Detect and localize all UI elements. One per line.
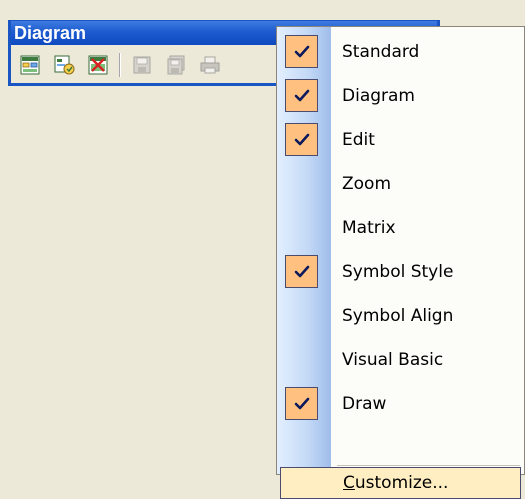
diagram-properties-icon <box>54 55 75 75</box>
menu-item-matrix[interactable]: Matrix <box>277 208 524 248</box>
menu-item-edit[interactable]: Edit <box>277 120 524 160</box>
diagram-icon <box>20 55 40 75</box>
menu-item-label: Draw <box>342 394 387 414</box>
menu-item-draw[interactable]: Draw <box>277 384 524 424</box>
checkmark-icon <box>285 255 318 288</box>
delete-diagram-button[interactable] <box>85 52 111 78</box>
menu-item-symbol-align[interactable]: Symbol Align <box>277 296 524 336</box>
new-diagram-button[interactable] <box>17 52 43 78</box>
save-icon <box>133 56 151 74</box>
checkmark-icon <box>285 123 318 156</box>
menu-item-diagram[interactable]: Diagram <box>277 76 524 116</box>
menu-item-standard[interactable]: Standard <box>277 32 524 72</box>
checkmark-icon <box>285 387 318 420</box>
menu-item-label: Diagram <box>342 86 415 106</box>
checkmark-icon <box>285 79 318 112</box>
menu-separator <box>337 465 520 466</box>
menu-item-label: Matrix <box>342 218 396 238</box>
toolbar-title: Diagram <box>14 23 87 43</box>
menu-item-customize[interactable]: Customize... <box>280 467 521 499</box>
toolbars-context-menu: Standard Diagram Edit Zoom Matrix Symbol Styl… <box>276 26 525 499</box>
menu-item-symbol-style[interactable]: Symbol Style <box>277 252 524 292</box>
save-all-icon <box>167 55 185 75</box>
menu-item-label: Symbol Style <box>342 262 454 282</box>
print-button[interactable] <box>197 52 223 78</box>
checkmark-icon <box>285 35 318 68</box>
menu-item-label: Zoom <box>342 174 392 194</box>
save-all-button[interactable] <box>163 52 189 78</box>
save-button[interactable] <box>129 52 155 78</box>
diagram-properties-button[interactable] <box>51 52 77 78</box>
menu-item-label: Edit <box>342 130 375 150</box>
toolbar-separator <box>119 53 121 77</box>
menu-item-label: Customize... <box>343 473 449 493</box>
menu-item-label: Visual Basic <box>342 350 444 370</box>
menu-item-visual-basic[interactable]: Visual Basic <box>277 340 524 380</box>
menu-item-zoom[interactable]: Zoom <box>277 164 524 204</box>
menu-item-label: Symbol Align <box>342 306 454 326</box>
menu-item-label: Standard <box>342 42 420 62</box>
print-icon <box>200 56 220 74</box>
diagram-delete-icon <box>88 55 108 75</box>
